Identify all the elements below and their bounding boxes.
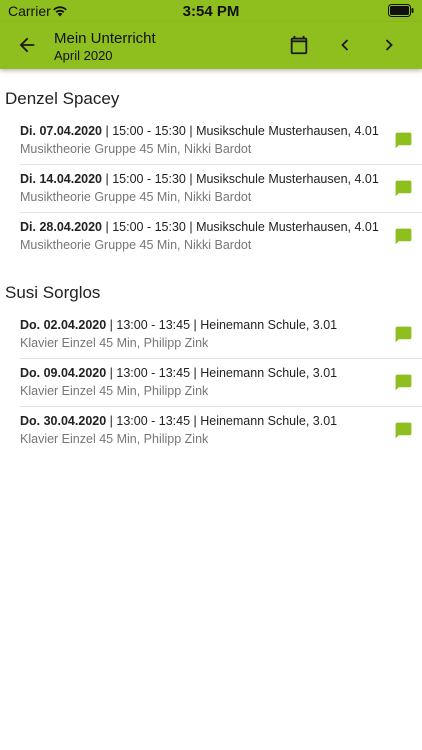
calendar-icon[interactable]: [288, 34, 310, 56]
lesson-time-location: | 13:00 - 13:45 | Heinemann Schule, 3.01: [106, 366, 338, 380]
lesson-date: Do. 30.04.2020: [20, 414, 107, 428]
lesson-date: Do. 02.04.2020: [20, 318, 107, 332]
student-group: Susi Sorglos Do. 02.04.2020 | 13:00 - 13…: [0, 263, 422, 455]
lesson-summary: Di. 07.04.2020 | 15:00 - 15:30 | Musiksc…: [20, 124, 379, 138]
message-icon[interactable]: [394, 179, 413, 198]
lesson-date: Di. 28.04.2020: [20, 220, 103, 234]
lesson-detail: Musiktheorie Gruppe 45 Min, Nikki Bardot: [20, 190, 252, 204]
app-bar: Mein Unterricht April 2020: [0, 22, 422, 69]
message-icon[interactable]: [394, 131, 413, 150]
lesson-item[interactable]: Di. 28.04.2020 | 15:00 - 15:30 | Musiksc…: [20, 213, 422, 261]
lesson-detail: Klavier Einzel 45 Min, Philipp Zink: [20, 336, 209, 350]
lesson-detail: Musiktheorie Gruppe 45 Min, Nikki Bardot: [20, 142, 252, 156]
lesson-date: Di. 07.04.2020: [20, 124, 103, 138]
page-subtitle: April 2020: [54, 48, 113, 63]
page-title: Mein Unterricht: [54, 30, 156, 47]
lesson-time-location: | 13:00 - 13:45 | Heinemann Schule, 3.01: [106, 318, 338, 332]
lesson-list: Denzel Spacey Di. 07.04.2020 | 15:00 - 1…: [0, 69, 422, 455]
lesson-item[interactable]: Do. 30.04.2020 | 13:00 - 13:45 | Heinema…: [20, 407, 422, 455]
lesson-date: Do. 09.04.2020: [20, 366, 107, 380]
message-icon[interactable]: [394, 227, 413, 246]
lesson-detail: Klavier Einzel 45 Min, Philipp Zink: [20, 384, 209, 398]
student-name: Susi Sorglos: [5, 283, 101, 302]
lesson-time-location: | 13:00 - 13:45 | Heinemann Schule, 3.01: [106, 414, 338, 428]
lesson-summary: Do. 09.04.2020 | 13:00 - 13:45 | Heinema…: [20, 366, 337, 380]
lesson-item[interactable]: Do. 02.04.2020 | 13:00 - 13:45 | Heinema…: [20, 311, 422, 359]
status-time: 3:54 PM: [182, 3, 240, 20]
message-icon[interactable]: [394, 325, 413, 344]
lesson-item[interactable]: Do. 09.04.2020 | 13:00 - 13:45 | Heinema…: [20, 359, 422, 407]
student-name: Denzel Spacey: [5, 89, 120, 108]
battery-icon: [388, 4, 414, 17]
lesson-detail: Musiktheorie Gruppe 45 Min, Nikki Bardot: [20, 238, 252, 252]
lesson-summary: Di. 28.04.2020 | 15:00 - 15:30 | Musiksc…: [20, 220, 379, 234]
student-group: Denzel Spacey Di. 07.04.2020 | 15:00 - 1…: [0, 69, 422, 261]
lesson-summary: Di. 14.04.2020 | 15:00 - 15:30 | Musiksc…: [20, 172, 379, 186]
message-icon[interactable]: [394, 421, 413, 440]
lesson-detail: Klavier Einzel 45 Min, Philipp Zink: [20, 432, 209, 446]
lesson-time-location: | 15:00 - 15:30 | Musikschule Musterhaus…: [102, 172, 379, 186]
lesson-time-location: | 15:00 - 15:30 | Musikschule Musterhaus…: [102, 124, 379, 138]
chevron-left-icon[interactable]: [336, 35, 354, 55]
lesson-summary: Do. 30.04.2020 | 13:00 - 13:45 | Heinema…: [20, 414, 337, 428]
lesson-summary: Do. 02.04.2020 | 13:00 - 13:45 | Heinema…: [20, 318, 337, 332]
lesson-date: Di. 14.04.2020: [20, 172, 103, 186]
lesson-item[interactable]: Di. 14.04.2020 | 15:00 - 15:30 | Musiksc…: [20, 165, 422, 213]
lesson-item[interactable]: Di. 07.04.2020 | 15:00 - 15:30 | Musiksc…: [20, 117, 422, 165]
arrow-left-icon[interactable]: [16, 34, 38, 56]
status-bar: Carrier 3:54 PM: [0, 0, 422, 22]
chevron-right-icon[interactable]: [380, 35, 398, 55]
lesson-time-location: | 15:00 - 15:30 | Musikschule Musterhaus…: [102, 220, 379, 234]
message-icon[interactable]: [394, 373, 413, 392]
